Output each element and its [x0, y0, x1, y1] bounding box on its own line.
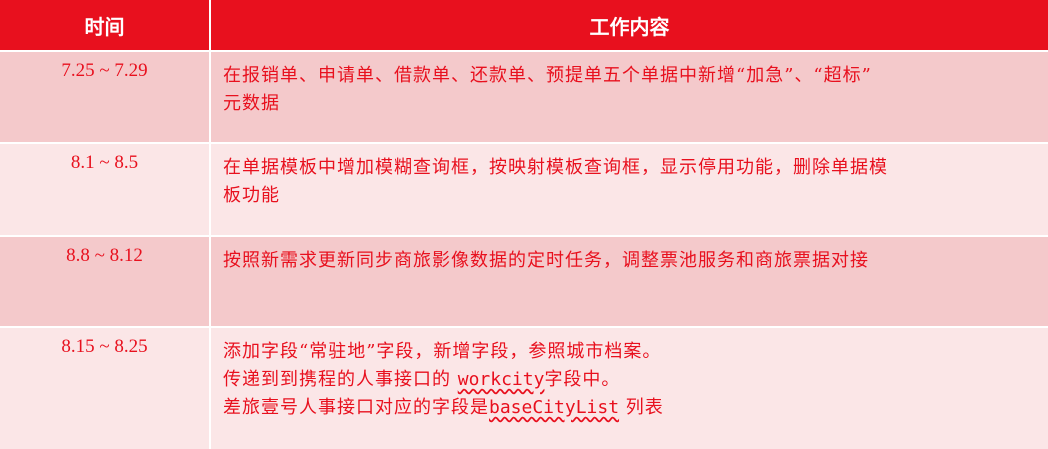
work-line: 差旅壹号人事接口对应的字段是baseCityList 列表 — [223, 394, 1040, 422]
work-line: 在报销单、申请单、借款单、还款单、预提单五个单据中新增“加急”、“超标” — [223, 65, 872, 86]
work-text: 字段中。 — [544, 369, 621, 390]
work-line: 板功能 — [223, 185, 280, 206]
work-line: 元数据 — [223, 93, 280, 114]
row-time: 8.8 ~ 8.12 — [66, 245, 143, 266]
work-line: 添加字段“常驻地”字段，新增字段，参照城市档案。 — [223, 341, 662, 362]
work-text: 传递到到携程的人事接口的 — [223, 369, 458, 390]
header-time: 时间 — [0, 0, 209, 50]
row-work-content: 在单据模板中增加模糊查询框，按映射模板查询框，显示停用功能，删除单据模 板功能 — [211, 144, 1048, 235]
work-line: 在单据模板中增加模糊查询框，按映射模板查询框，显示停用功能，删除单据模 — [223, 157, 888, 178]
code-field-basecitylist: baseCityList — [489, 397, 620, 418]
row-time: 8.1 ~ 8.5 — [70, 152, 139, 173]
code-field-workcity: workcity — [457, 369, 545, 390]
header-work-content: 工作内容 — [211, 0, 1048, 50]
work-line: 传递到到携程的人事接口的 workcity字段中。 — [223, 366, 1040, 394]
work-text: 列表 — [619, 397, 664, 418]
table-row: 8.1 ~ 8.5 在单据模板中增加模糊查询框，按映射模板查询框，显示停用功能，… — [0, 144, 1048, 235]
table-row: 8.15 ~ 8.25 添加字段“常驻地”字段，新增字段，参照城市档案。 传递到… — [0, 328, 1048, 449]
schedule-table: 时间 工作内容 7.25 ~ 7.29 在报销单、申请单、借款单、还款单、预提单… — [0, 0, 1048, 449]
table-row: 7.25 ~ 7.29 在报销单、申请单、借款单、还款单、预提单五个单据中新增“… — [0, 52, 1048, 142]
row-work-content: 在报销单、申请单、借款单、还款单、预提单五个单据中新增“加急”、“超标” 元数据 — [211, 52, 1048, 142]
row-work-content: 按照新需求更新同步商旅影像数据的定时任务，调整票池服务和商旅票据对接 — [211, 237, 1048, 326]
work-line: 按照新需求更新同步商旅影像数据的定时任务，调整票池服务和商旅票据对接 — [223, 250, 869, 271]
row-work-content: 添加字段“常驻地”字段，新增字段，参照城市档案。 传递到到携程的人事接口的 wo… — [211, 328, 1048, 449]
work-text: 差旅壹号人事接口对应的字段是 — [223, 397, 489, 418]
table-row: 8.8 ~ 8.12 按照新需求更新同步商旅影像数据的定时任务，调整票池服务和商… — [0, 237, 1048, 326]
row-time: 7.25 ~ 7.29 — [61, 60, 148, 81]
row-time: 8.15 ~ 8.25 — [61, 336, 148, 357]
